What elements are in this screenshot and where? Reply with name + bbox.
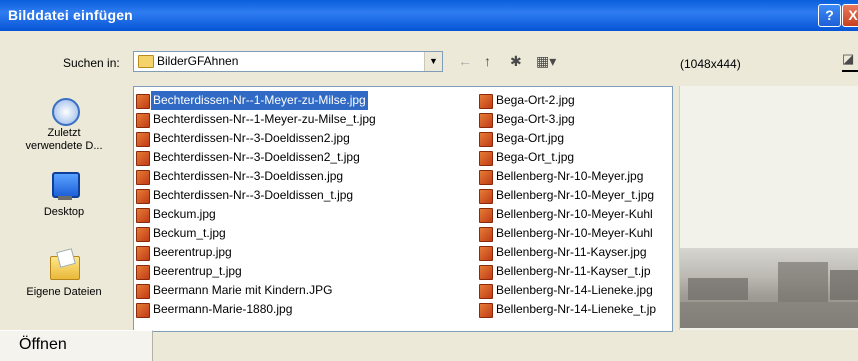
up-folder-button[interactable]: ↑ bbox=[484, 52, 491, 70]
image-file-icon bbox=[479, 151, 493, 166]
image-file-icon bbox=[136, 94, 150, 109]
image-file-icon bbox=[136, 303, 150, 318]
list-item[interactable]: Bechterdissen-Nr--3-Doeldissen2.jpg bbox=[135, 129, 378, 148]
list-item[interactable]: Beermann-Marie-1880.jpg bbox=[135, 300, 378, 319]
help-button[interactable]: ? bbox=[818, 4, 841, 27]
image-file-icon bbox=[479, 132, 493, 147]
image-file-icon bbox=[136, 208, 150, 223]
image-file-icon bbox=[479, 284, 493, 299]
close-button[interactable]: X bbox=[842, 4, 858, 27]
list-item[interactable]: Bega-Ort-2.jpg bbox=[478, 91, 672, 110]
image-file-icon bbox=[479, 94, 493, 109]
preview-pane bbox=[679, 86, 858, 330]
image-file-icon bbox=[479, 113, 493, 128]
image-file-icon bbox=[479, 303, 493, 318]
list-item[interactable]: Bellenberg-Nr-11-Kayser_t.jp bbox=[478, 262, 672, 281]
image-file-icon bbox=[136, 189, 150, 204]
list-item[interactable]: Bellenberg-Nr-10-Meyer_t.jpg bbox=[478, 186, 672, 205]
file-column-1: Bechterdissen-Nr--1-Meyer-zu-Milse.jpg B… bbox=[135, 91, 378, 319]
list-item[interactable]: Bellenberg-Nr-14-Lieneke_t.jp bbox=[478, 300, 672, 319]
image-file-icon bbox=[479, 265, 493, 280]
image-file-icon bbox=[136, 113, 150, 128]
preview-image bbox=[680, 248, 858, 328]
list-item[interactable]: Beckum.jpg bbox=[135, 205, 378, 224]
list-item[interactable]: Beerentrup_t.jpg bbox=[135, 262, 378, 281]
list-item[interactable]: Bellenberg-Nr-10-Meyer-Kuhl bbox=[478, 205, 672, 224]
image-file-icon bbox=[136, 246, 150, 261]
place-desktop-label: Desktop bbox=[43, 206, 85, 218]
list-item[interactable]: Bellenberg-Nr-11-Kayser.jpg bbox=[478, 243, 672, 262]
preview-toggle-button[interactable]: ◪ bbox=[842, 50, 858, 72]
list-item[interactable]: Bellenberg-Nr-10-Meyer.jpg bbox=[478, 167, 672, 186]
places-bar: Zuletzt verwendete D... Desktop Eigene D… bbox=[0, 78, 128, 348]
current-folder: BilderGFAhnen bbox=[157, 54, 239, 68]
my-documents-icon bbox=[48, 248, 80, 280]
list-item[interactable]: Beckum_t.jpg bbox=[135, 224, 378, 243]
image-file-icon bbox=[136, 284, 150, 299]
list-item[interactable]: Bega-Ort-3.jpg bbox=[478, 110, 672, 129]
image-file-icon bbox=[479, 208, 493, 223]
image-file-icon bbox=[479, 227, 493, 242]
list-item[interactable]: Bechterdissen-Nr--3-Doeldissen2_t.jpg bbox=[135, 148, 378, 167]
place-desktop[interactable]: Desktop bbox=[0, 170, 128, 218]
look-in-combobox[interactable]: BilderGFAhnen ▼ bbox=[133, 51, 443, 72]
folder-icon bbox=[138, 55, 154, 68]
open-button[interactable]: Öffnen bbox=[0, 330, 153, 361]
list-item[interactable]: Bega-Ort.jpg bbox=[478, 129, 672, 148]
image-file-icon bbox=[479, 170, 493, 185]
image-file-icon bbox=[136, 151, 150, 166]
back-button[interactable]: ← bbox=[458, 52, 472, 70]
list-item[interactable]: Bechterdissen-Nr--3-Doeldissen_t.jpg bbox=[135, 186, 378, 205]
place-recent[interactable]: Zuletzt verwendete D... bbox=[0, 92, 128, 153]
image-file-icon bbox=[479, 246, 493, 261]
file-list[interactable]: Bechterdissen-Nr--1-Meyer-zu-Milse.jpg B… bbox=[133, 86, 673, 332]
image-file-icon bbox=[136, 170, 150, 185]
list-item[interactable]: Bechterdissen-Nr--1-Meyer-zu-Milse.jpg bbox=[135, 91, 378, 110]
preview-dimensions: (1048x444) bbox=[680, 57, 741, 71]
views-menu-button[interactable]: ▦▾ bbox=[536, 52, 556, 70]
list-item[interactable]: Bellenberg-Nr-14-Lieneke.jpg bbox=[478, 281, 672, 300]
look-in-label: Suchen in: bbox=[63, 56, 120, 70]
new-folder-button[interactable]: ✱ bbox=[510, 52, 522, 70]
window-title: Bilddatei einfügen bbox=[8, 7, 133, 23]
image-file-icon bbox=[136, 132, 150, 147]
recent-documents-icon bbox=[48, 92, 80, 126]
place-recent-label: Zuletzt verwendete D... bbox=[25, 127, 103, 152]
title-bar: Bilddatei einfügen ? X bbox=[0, 0, 858, 31]
desktop-icon bbox=[48, 170, 80, 202]
image-file-icon bbox=[136, 227, 150, 242]
list-item[interactable]: Beerentrup.jpg bbox=[135, 243, 378, 262]
image-file-icon bbox=[136, 265, 150, 280]
list-item[interactable]: Beermann Marie mit Kindern.JPG bbox=[135, 281, 378, 300]
list-item[interactable]: Bega-Ort_t.jpg bbox=[478, 148, 672, 167]
file-column-2: Bega-Ort-2.jpg Bega-Ort-3.jpg Bega-Ort.j… bbox=[478, 91, 672, 319]
list-item[interactable]: Bechterdissen-Nr--3-Doeldissen.jpg bbox=[135, 167, 378, 186]
image-file-icon bbox=[479, 189, 493, 204]
open-button-label: Öffnen bbox=[19, 336, 67, 353]
list-item[interactable]: Bellenberg-Nr-10-Meyer-Kuhl bbox=[478, 224, 672, 243]
place-my-documents-label: Eigene Dateien bbox=[26, 286, 102, 298]
place-my-documents[interactable]: Eigene Dateien bbox=[0, 248, 128, 298]
chevron-down-icon[interactable]: ▼ bbox=[424, 52, 442, 71]
list-item[interactable]: Bechterdissen-Nr--1-Meyer-zu-Milse_t.jpg bbox=[135, 110, 378, 129]
